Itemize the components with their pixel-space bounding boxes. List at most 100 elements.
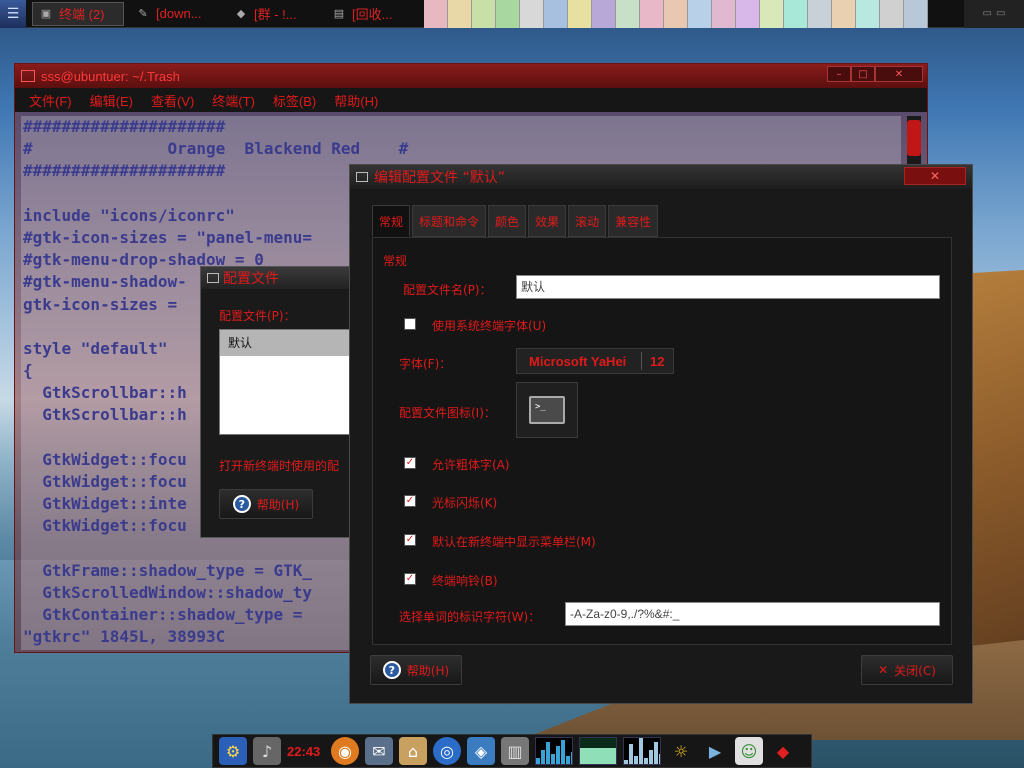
graph-bar (629, 744, 633, 764)
pet-icon[interactable]: ☺ (735, 737, 763, 765)
terminal-monitor-icon: >_ (529, 396, 565, 424)
profiles-list-label: 配置文件(P)： (219, 309, 296, 323)
tab-1[interactable]: 标题和命令 (412, 205, 487, 237)
workspace-7[interactable] (568, 0, 592, 28)
close-button[interactable]: ✕ (875, 66, 923, 82)
list-item[interactable]: 默认 (220, 330, 370, 356)
ruby-icon[interactable]: ◆ (769, 737, 797, 765)
graph-bar (541, 750, 545, 764)
home-icon[interactable]: ⌂ (399, 737, 427, 765)
help-button[interactable]: ? 帮助(H) (370, 655, 462, 685)
menu-item[interactable]: 查看(V) (151, 91, 194, 110)
media-icon[interactable]: ▶ (701, 737, 729, 765)
profile-name-input[interactable]: 默认 (516, 275, 940, 299)
task-trash[interactable]: ▤ [回收... (326, 2, 418, 26)
workspace-3[interactable] (472, 0, 496, 28)
clock[interactable]: 22:43 (287, 744, 325, 759)
graph-bar (659, 754, 660, 764)
graph-bar (566, 756, 570, 764)
profile-icon-button[interactable]: >_ (516, 382, 578, 438)
tab-5[interactable]: 兼容性 (608, 205, 659, 237)
workspace-14[interactable] (736, 0, 760, 28)
workspace-18[interactable] (832, 0, 856, 28)
word-chars-input[interactable]: -A-Za-z0-9,./?%&#:_ (565, 602, 940, 626)
maximize-button[interactable]: □ (851, 66, 875, 82)
workspace-4[interactable] (496, 0, 520, 28)
close-window-button[interactable]: ✕ (904, 167, 966, 185)
menu-item[interactable]: 终端(T) (212, 91, 255, 110)
browser-icon[interactable]: ◈ (467, 737, 495, 765)
workspace-15[interactable] (760, 0, 784, 28)
show-desktop-icon[interactable]: ▭ (983, 8, 992, 19)
tab-panel-general: 常规 配置文件名(P)： 默认 使用系统终端字体(U) 字体(F)： Micro… (372, 237, 952, 645)
memory-graph-icon[interactable] (579, 737, 617, 765)
task-chat[interactable]: ◆ [群 - !... (228, 2, 320, 26)
workspace-1[interactable] (424, 0, 448, 28)
task-download[interactable]: ✎ [down... (130, 2, 222, 26)
main-menu-icon[interactable]: ☰ (0, 0, 26, 28)
window-list-tray[interactable]: ▭ ▭ (964, 0, 1024, 28)
workspace-20[interactable] (880, 0, 904, 28)
tab-2[interactable]: 颜色 (488, 205, 527, 237)
window-list-icon[interactable]: ▭ (996, 8, 1005, 19)
cursor-blink-checkbox[interactable]: ✓ (404, 495, 416, 507)
word-chars-label: 选择单词的标识字符(W)： (399, 610, 541, 624)
edit-profile-dialog[interactable]: 编辑配置文件 “默认” ✕ 常规 标题和命令 颜色 效果 滚动 兼容性 常规 配置文件名(… (349, 164, 973, 704)
graph-bar (654, 742, 658, 764)
network-graph-icon[interactable] (623, 737, 661, 765)
workspace-9[interactable] (616, 0, 640, 28)
mail-icon[interactable]: ✉ (365, 737, 393, 765)
tab-0[interactable]: 常规 (372, 205, 411, 237)
help-button[interactable]: ? 帮助(H) (219, 489, 313, 519)
graph-bar (639, 738, 643, 764)
show-menubar-checkbox[interactable]: ✓ (404, 534, 416, 546)
terminal-bell-checkbox[interactable]: ✓ (404, 573, 416, 585)
task-label: [回收... (352, 7, 393, 22)
firefox-icon[interactable]: ◉ (331, 737, 359, 765)
graph-bar (551, 754, 555, 764)
menu-item[interactable]: 帮助(H) (334, 91, 378, 110)
network-icon[interactable]: ◎ (433, 737, 461, 765)
workspace-19[interactable] (856, 0, 880, 28)
workspace-21[interactable] (904, 0, 928, 28)
workspace-2[interactable] (448, 0, 472, 28)
workspace-8[interactable] (592, 0, 616, 28)
allow-bold-checkbox[interactable]: ✓ (404, 457, 416, 469)
minimize-button[interactable]: – (827, 66, 851, 82)
edit-titlebar[interactable]: 编辑配置文件 “默认” (350, 165, 972, 189)
volume-icon[interactable]: ♪ (253, 737, 281, 765)
terminal-bell-label: 终端响铃(B) (432, 574, 498, 588)
window-icon (356, 172, 368, 182)
profiles-titlebar[interactable]: 配置文件 (201, 267, 369, 289)
menu-item[interactable]: 标签(B) (273, 91, 316, 110)
settings-icon[interactable]: ⚙ (219, 737, 247, 765)
workspace-5[interactable] (520, 0, 544, 28)
scrollbar-thumb[interactable] (907, 120, 921, 156)
workspace-17[interactable] (808, 0, 832, 28)
workspace-pager[interactable] (424, 0, 928, 28)
terminal-titlebar[interactable]: sss@ubuntuer: ~/.Trash (15, 64, 927, 88)
profiles-dialog[interactable]: 配置文件 配置文件(P)： 默认 打开新终端时使用的配 ? 帮助(H) (200, 266, 371, 538)
weather-icon[interactable]: ☼ (667, 737, 695, 765)
font-chooser-button[interactable]: Microsoft YaHei 12 (516, 348, 674, 374)
workspace-10[interactable] (640, 0, 664, 28)
workspace-11[interactable] (664, 0, 688, 28)
graph-bar (561, 740, 565, 764)
close-button[interactable]: ✕ 关闭(C) (861, 655, 953, 685)
tab-4[interactable]: 滚动 (568, 205, 607, 237)
help-label: 帮助(H) (256, 497, 300, 512)
trash-icon[interactable]: ▥ (501, 737, 529, 765)
menu-item[interactable]: 文件(F) (29, 91, 72, 110)
use-system-font-checkbox[interactable] (404, 318, 416, 330)
task-terminal[interactable]: ▣ 终端 (2) (32, 1, 124, 26)
graph-bar (634, 756, 638, 764)
close-icon: ✕ (878, 663, 889, 677)
workspace-13[interactable] (712, 0, 736, 28)
workspace-6[interactable] (544, 0, 568, 28)
cpu-graph-icon[interactable] (535, 737, 573, 765)
workspace-12[interactable] (688, 0, 712, 28)
menu-item[interactable]: 编辑(E) (90, 91, 133, 110)
workspace-16[interactable] (784, 0, 808, 28)
tab-3[interactable]: 效果 (528, 205, 567, 237)
terminal-icon (21, 70, 35, 82)
